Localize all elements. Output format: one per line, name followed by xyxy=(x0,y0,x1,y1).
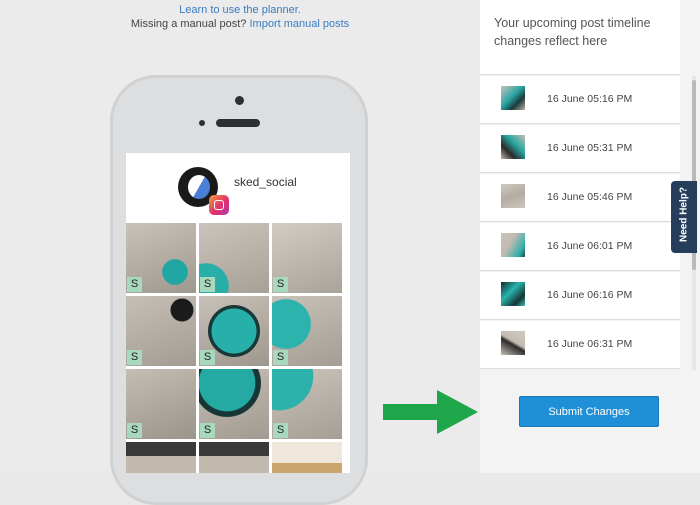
post-thumbnail xyxy=(501,86,525,110)
post-thumbnail xyxy=(501,184,525,208)
grid-post[interactable]: S xyxy=(272,369,342,439)
instagram-icon xyxy=(209,195,229,215)
scheduled-badge: S xyxy=(127,423,142,438)
grid-post[interactable] xyxy=(272,442,342,473)
post-time: 16 June 06:01 PM xyxy=(547,240,633,252)
post-time: 16 June 05:46 PM xyxy=(547,191,633,203)
grid-post[interactable]: S xyxy=(126,223,196,293)
missing-post-text: Missing a manual post? xyxy=(130,18,247,30)
phone-speaker xyxy=(216,119,260,127)
grid-post[interactable]: S xyxy=(272,296,342,366)
phone-camera xyxy=(235,96,244,105)
scheduled-badge: S xyxy=(127,277,142,292)
timeline-heading: Your upcoming post timeline changes refl… xyxy=(494,16,651,48)
post-thumbnail xyxy=(501,233,525,257)
scheduled-badge: S xyxy=(273,277,288,292)
grid-post[interactable]: S xyxy=(199,223,269,293)
import-manual-posts-link[interactable]: Import manual posts xyxy=(249,18,349,30)
timeline-item[interactable]: 16 June 05:31 PM xyxy=(480,125,680,173)
post-thumbnail xyxy=(501,135,525,159)
grid-post[interactable]: S xyxy=(126,296,196,366)
need-help-tab[interactable]: Need Help? xyxy=(671,181,697,253)
post-time: 16 June 06:31 PM xyxy=(547,338,633,350)
timeline-item[interactable]: 16 June 05:16 PM xyxy=(480,76,680,124)
planner-area: Learn to use the planner. Missing a manu… xyxy=(0,0,480,505)
scheduled-badge: S xyxy=(273,423,288,438)
grid-post[interactable] xyxy=(199,442,269,473)
arrow-right-icon xyxy=(383,390,478,434)
missing-post-line: Missing a manual post? Import manual pos… xyxy=(0,18,480,30)
post-thumbnail xyxy=(501,282,525,306)
phone-sensor xyxy=(199,120,205,126)
grid-post[interactable] xyxy=(126,442,196,473)
phone-screen: sked_social S S S S S S S S S xyxy=(126,153,350,473)
grid-post[interactable]: S xyxy=(272,223,342,293)
timeline-item[interactable]: 16 June 06:01 PM xyxy=(480,223,680,271)
instagram-profile-header: sked_social xyxy=(126,153,350,221)
timeline-item[interactable]: 16 June 05:46 PM xyxy=(480,174,680,222)
grid-post[interactable]: S xyxy=(199,296,269,366)
timeline-item[interactable]: 16 June 06:31 PM xyxy=(480,321,680,369)
timeline-header: Your upcoming post timeline changes refl… xyxy=(480,0,680,75)
scheduled-badge: S xyxy=(200,350,215,365)
timeline-item[interactable]: 16 June 06:16 PM xyxy=(480,272,680,320)
post-time: 16 June 06:16 PM xyxy=(547,289,633,301)
scheduled-badge: S xyxy=(273,350,288,365)
grid-post[interactable]: S xyxy=(126,369,196,439)
post-time: 16 June 05:16 PM xyxy=(547,93,633,105)
need-help-label: Need Help? xyxy=(678,187,690,243)
scheduled-badge: S xyxy=(127,350,142,365)
post-thumbnail xyxy=(501,331,525,355)
profile-handle: sked_social xyxy=(234,175,297,189)
scheduled-badge: S xyxy=(200,277,215,292)
learn-planner-link[interactable]: Learn to use the planner. xyxy=(0,4,480,16)
scheduled-badge: S xyxy=(200,423,215,438)
submit-changes-button[interactable]: Submit Changes xyxy=(519,396,659,427)
post-time: 16 June 05:31 PM xyxy=(547,142,633,154)
grid-post[interactable]: S xyxy=(199,369,269,439)
